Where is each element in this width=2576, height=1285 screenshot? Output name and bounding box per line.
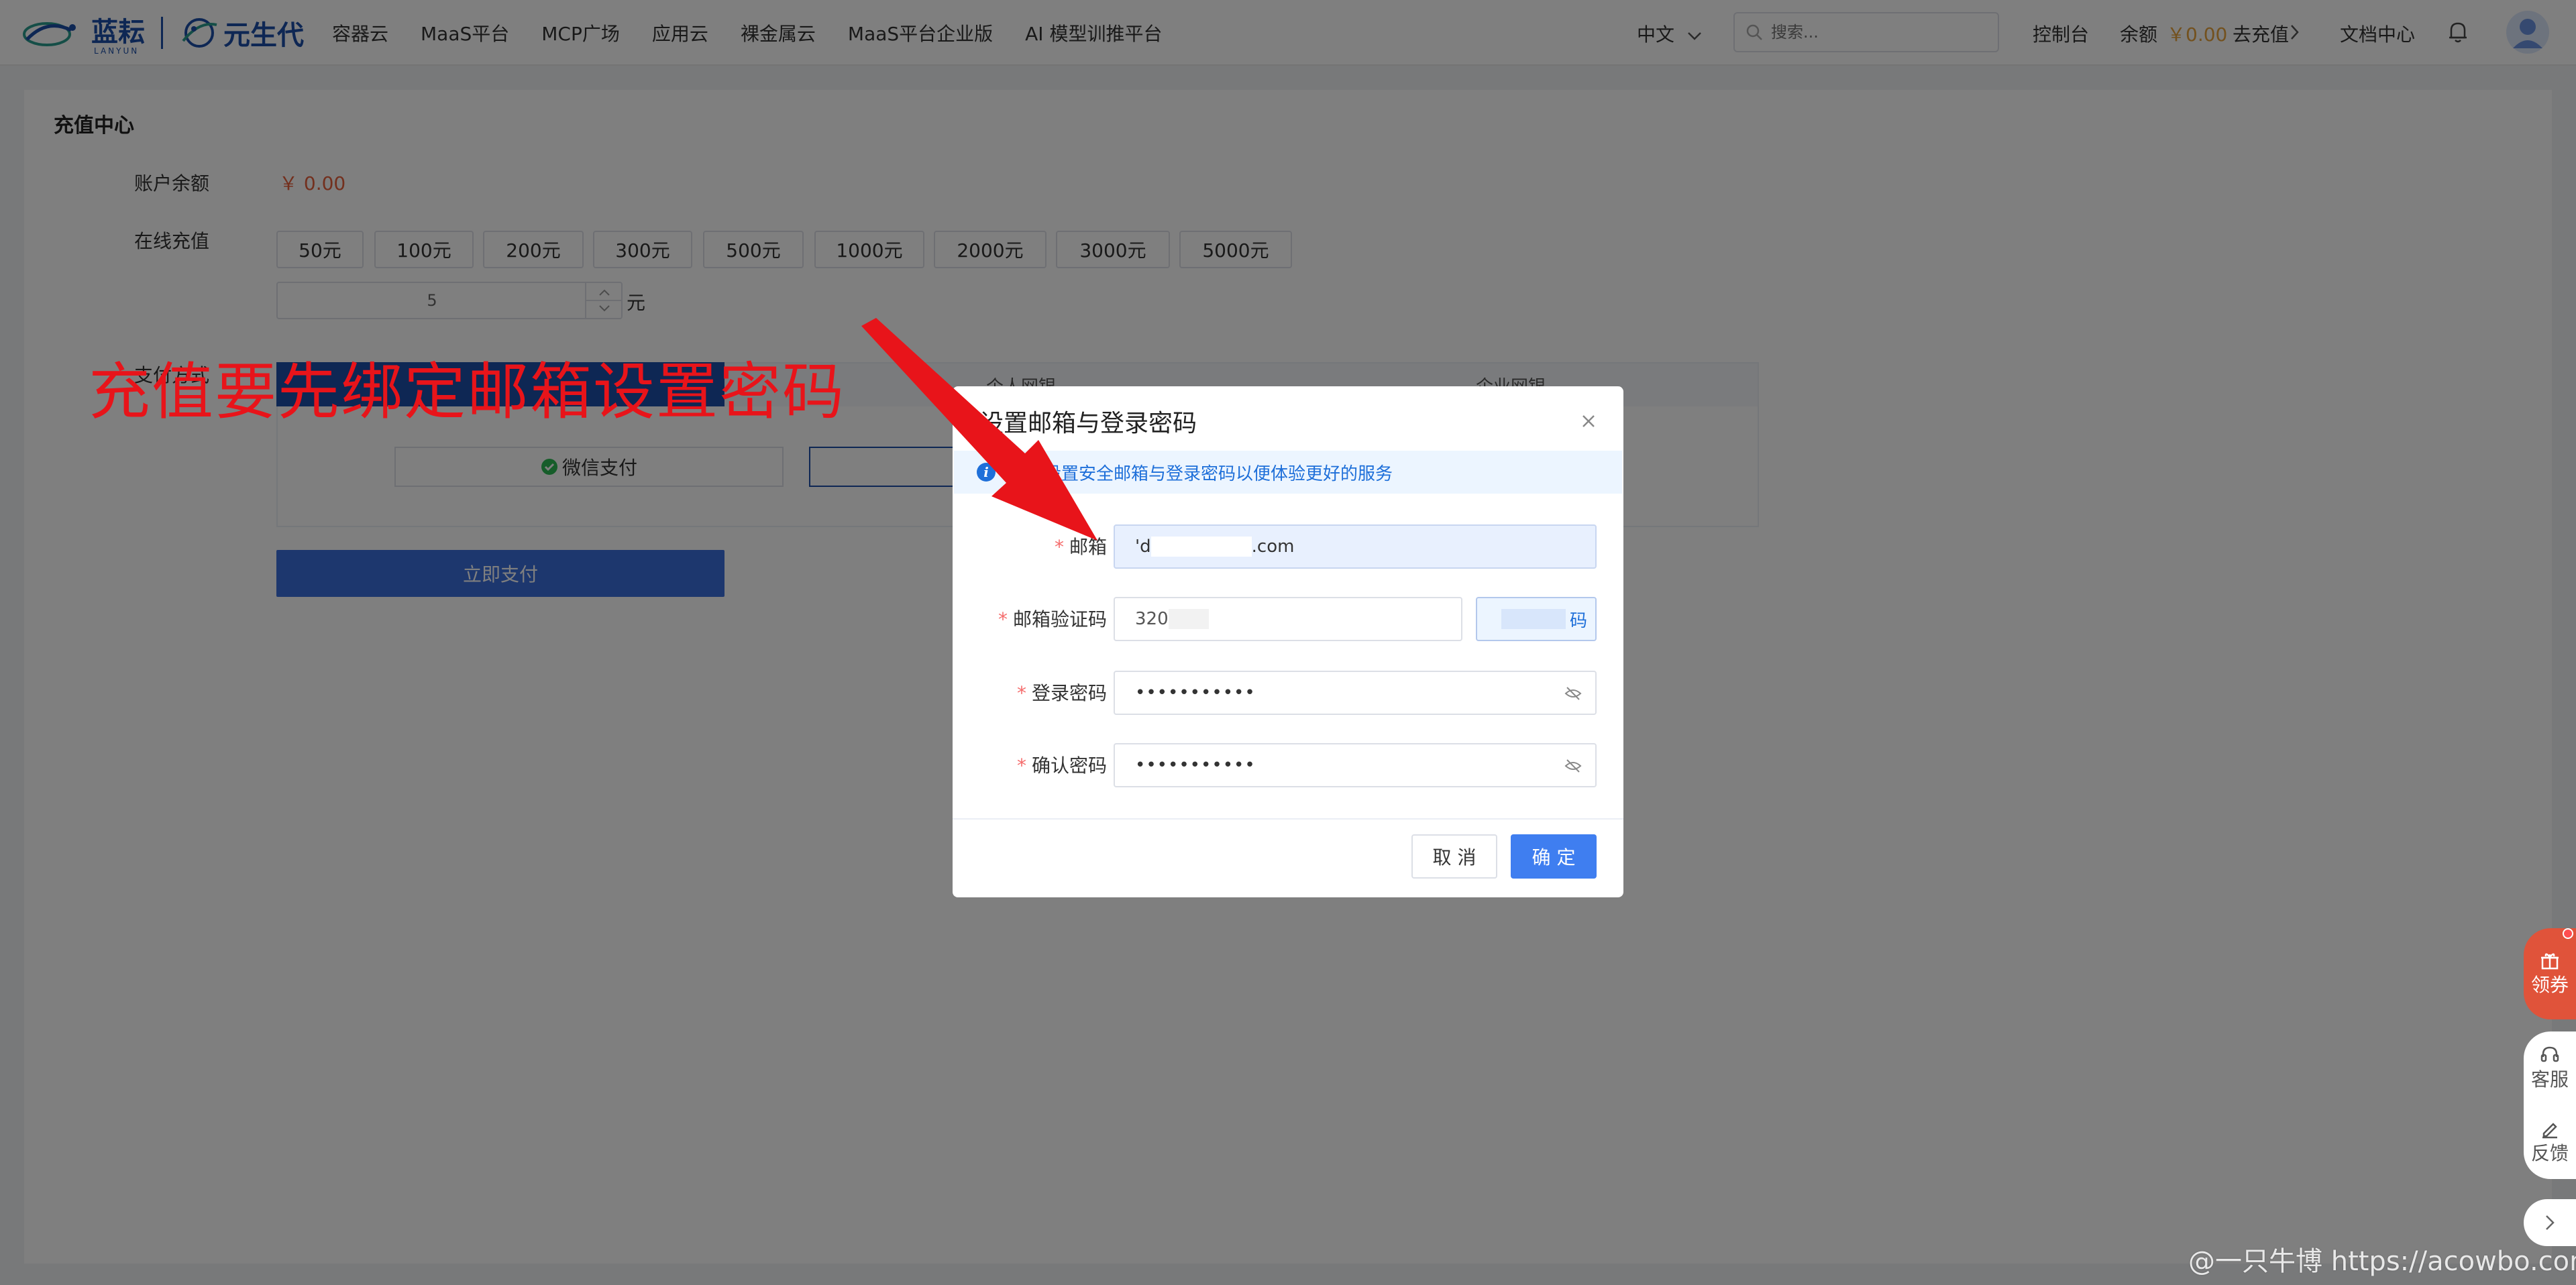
password-value: •••••••••••: [1135, 683, 1256, 703]
info-tip: i 建议设置安全邮箱与登录密码以便体验更好的服务: [954, 451, 1622, 494]
info-icon: i: [977, 463, 996, 482]
email-value-prefix: 'd: [1135, 537, 1151, 557]
dialog-footer-divider: [953, 818, 1623, 820]
customer-service-button[interactable]: 客服: [2531, 1045, 2569, 1092]
gift-icon: [2541, 953, 2559, 970]
email-code-input[interactable]: 320: [1114, 597, 1462, 641]
feedback-label: 反馈: [2530, 1142, 2569, 1164]
chevron-right-icon: [2546, 1215, 2555, 1230]
dialog-title: 设置邮箱与登录密码: [979, 410, 1197, 437]
redacted-mask: [1150, 537, 1252, 557]
confirm-password-label-text: 确认密码: [1031, 755, 1107, 777]
annotation-text: 充值要先绑定邮箱设置密码: [89, 356, 846, 428]
headset-icon: [2540, 1046, 2559, 1062]
send-code-label: 码: [1569, 610, 1587, 631]
email-label-text: 邮箱: [1069, 536, 1107, 558]
password-field[interactable]: •••••••••••: [1114, 671, 1597, 715]
confirm-button[interactable]: 确 定: [1511, 834, 1597, 879]
tip-text: 建议设置安全邮箱与登录密码以便体验更好的服务: [1009, 463, 1393, 484]
redacted-mask: [1501, 609, 1566, 629]
notification-dot: [2563, 928, 2573, 939]
send-code-button[interactable]: 码: [1476, 597, 1597, 641]
coupon-button[interactable]: 领券: [2524, 928, 2576, 1019]
confirm-password-value: •••••••••••: [1135, 755, 1256, 775]
customer-service-label: 客服: [2530, 1068, 2569, 1091]
confirm-password-field[interactable]: •••••••••••: [1114, 743, 1597, 787]
confirm-password-label: * 确认密码: [1016, 755, 1107, 777]
email-code-label-text: 邮箱验证码: [1012, 608, 1107, 630]
email-code-value: 320: [1135, 609, 1169, 629]
password-label: * 登录密码: [1016, 682, 1107, 704]
eye-off-icon[interactable]: [1564, 685, 1582, 702]
redacted-mask: [1168, 609, 1209, 629]
email-code-label: * 邮箱验证码: [998, 608, 1107, 630]
coupon-label: 领券: [2530, 974, 2569, 996]
eye-off-icon[interactable]: [1564, 758, 1582, 774]
feedback-button[interactable]: 反馈: [2531, 1119, 2569, 1166]
close-icon[interactable]: [1576, 409, 1601, 433]
email-label: * 邮箱: [1054, 536, 1107, 558]
email-field[interactable]: 'd .com: [1114, 524, 1597, 569]
edit-icon: [2542, 1123, 2557, 1139]
password-label-text: 登录密码: [1031, 682, 1107, 704]
watermark: @一只牛博 https://acowbo.com: [2188, 1246, 2576, 1277]
set-email-password-dialog: 设置邮箱与登录密码 i 建议设置安全邮箱与登录密码以便体验更好的服务 * 邮箱 '…: [953, 386, 1623, 897]
email-value-suffix: .com: [1251, 537, 1295, 557]
support-panel: 客服 反馈: [2524, 1031, 2576, 1179]
cancel-button[interactable]: 取 消: [1411, 834, 1497, 879]
